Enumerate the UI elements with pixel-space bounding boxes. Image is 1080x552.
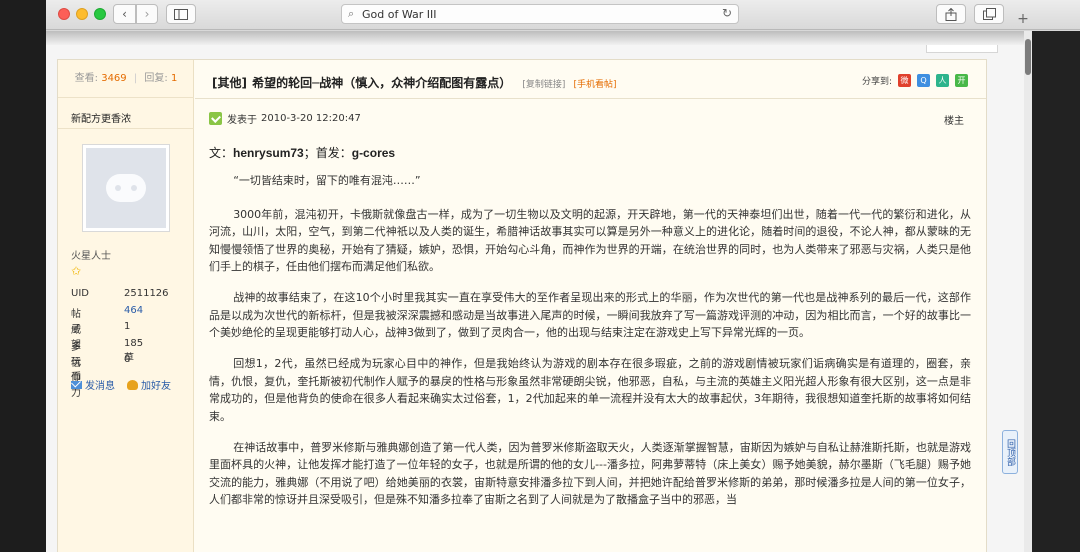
byline-prefix: 文： <box>209 146 234 160</box>
chevron-left-icon: ‹ <box>122 7 127 21</box>
top-page-tab <box>926 45 998 53</box>
divider <box>195 98 986 99</box>
send-message-label: 发消息 <box>85 381 115 392</box>
avatar[interactable] <box>82 144 170 232</box>
post-body: “一切皆结束时，留下的唯有混沌……” 3000年前，混沌初开，卡俄斯就像盘古一样… <box>209 172 971 522</box>
scrollbar[interactable] <box>1024 31 1032 552</box>
mail-icon <box>71 380 82 389</box>
web-page: 查看: 3469 | 回复: 1 新配方更香浓 火星人士 ✩ UID 25111… <box>46 31 1032 552</box>
show-tabs-button[interactable] <box>974 4 1004 24</box>
window-backdrop-left <box>0 0 46 552</box>
sidebar-icon <box>174 8 188 20</box>
post-meta: 发表于 2010-3-20 12:20:47 <box>209 111 361 126</box>
share-icon <box>945 7 957 21</box>
add-friend-label: 加好友 <box>141 381 171 392</box>
window-backdrop-right <box>1032 31 1080 552</box>
browser-toolbar: ‹ › ⌕ God of War III ↻ <box>0 0 1080 30</box>
replies-count: 1 <box>170 73 178 84</box>
post-paragraph: 回想1，2代，虽然已经成为玩家心目中的神作，但是我始终认为游戏的剧本存在很多瑕疵… <box>209 357 971 423</box>
mobile-view-link[interactable]: [手机看帖] <box>574 80 617 90</box>
renren-share-icon[interactable]: 人 <box>936 74 949 87</box>
add-friend-link[interactable]: 加好友 <box>127 377 171 392</box>
chevron-right-icon: › <box>144 7 150 21</box>
post-status-icon <box>209 112 222 125</box>
reload-icon[interactable]: ↻ <box>722 6 732 20</box>
minimize-window-button[interactable] <box>76 8 88 20</box>
share-label: 分享到: <box>861 77 892 87</box>
author-name[interactable]: 新配方更香浓 <box>71 110 131 125</box>
profile-value: 0 <box>124 354 131 365</box>
posted-time: 2010-3-20 12:20:47 <box>261 113 361 124</box>
byline-author: henrysum73 <box>233 146 304 160</box>
user-actions: 发消息 加好友 <box>71 377 183 392</box>
address-text: God of War III <box>362 8 437 21</box>
page-top-shadow <box>46 31 1032 45</box>
thread-stats: 查看: 3469 | 回复: 1 <box>58 60 194 98</box>
sidebar-toggle-button[interactable] <box>166 4 196 24</box>
post-paragraph: “一切皆结束时，留下的唯有混沌……” <box>233 174 421 187</box>
search-icon: ⌕ <box>348 7 355 20</box>
new-tab-button[interactable]: + <box>1012 8 1034 30</box>
byline: 文：henrysum73；首发：g-cores <box>209 144 395 161</box>
floor-label[interactable]: 楼主 <box>944 112 964 127</box>
share-button[interactable] <box>936 4 966 24</box>
avatar-cloud-shape <box>106 174 146 202</box>
weibo-share-icon[interactable]: 微 <box>898 74 911 87</box>
scrollbar-thumb[interactable] <box>1025 39 1031 75</box>
thread-title-row: [其他] 希望的轮回─战神（慎入，众神介绍配图有露点） [复制链接] [手机看帖… <box>212 72 617 91</box>
address-bar[interactable]: ⌕ God of War III ↻ <box>341 4 739 24</box>
forum-post: 查看: 3469 | 回复: 1 新配方更香浓 火星人士 ✩ UID 25111… <box>57 59 987 552</box>
post-paragraph: 战神的故事结束了，在这10个小时里我其实一直在享受伟大的至作者呈现出来的形式上的… <box>209 291 971 339</box>
zoom-window-button[interactable] <box>94 8 106 20</box>
views-count: 3469 <box>101 73 127 84</box>
byline-source: g-cores <box>351 146 396 160</box>
post-paragraph: 3000年前，混沌初开，卡俄斯就像盘古一样，成为了一切生物以及文明的起源，开天辟… <box>209 207 971 274</box>
profile-posts-link[interactable]: 464 <box>124 305 143 316</box>
divider <box>58 128 194 129</box>
tabs-icon <box>982 8 996 20</box>
star-icon: ✩ <box>71 264 82 278</box>
forward-button[interactable]: › <box>136 4 158 24</box>
profile-value: 2511126 <box>124 288 169 299</box>
share-bar: 分享到: 微 Q 人 开 <box>862 74 968 87</box>
user-group[interactable]: 火星人士 <box>71 247 111 262</box>
back-to-top-tab[interactable]: 回顶部 <box>1002 430 1018 474</box>
byline-mid: ；首发： <box>303 146 352 160</box>
post-content: [其他] 希望的轮回─战神（慎入，众神介绍配图有露点） [复制链接] [手机看帖… <box>195 60 986 552</box>
profile-key: UID <box>71 288 89 299</box>
copy-link-button[interactable]: [复制链接] <box>522 80 565 90</box>
add-friend-icon <box>127 379 138 390</box>
kaixin-share-icon[interactable]: 开 <box>955 74 968 87</box>
views-label: 查看: <box>74 73 99 84</box>
posted-prefix: 发表于 <box>227 115 257 126</box>
post-paragraph: 在神话故事中，普罗米修斯与雅典娜创造了第一代人类，因为普罗米修斯盗取天火，人类逐… <box>209 440 971 507</box>
qzone-share-icon[interactable]: Q <box>917 74 930 87</box>
stats-separator: | <box>133 73 138 84</box>
author-column: 查看: 3469 | 回复: 1 新配方更香浓 火星人士 ✩ UID 25111… <box>58 60 194 552</box>
default-avatar-icon <box>86 148 166 228</box>
thread-title: 希望的轮回─战神（慎入，众神介绍配图有露点） <box>252 76 512 90</box>
replies-label: 回复: <box>144 73 168 84</box>
profile-value: 1 <box>124 321 131 332</box>
close-window-button[interactable] <box>58 8 70 20</box>
thread-category[interactable]: [其他] <box>212 76 247 90</box>
back-button[interactable]: ‹ <box>113 4 136 24</box>
send-message-link[interactable]: 发消息 <box>71 377 115 392</box>
